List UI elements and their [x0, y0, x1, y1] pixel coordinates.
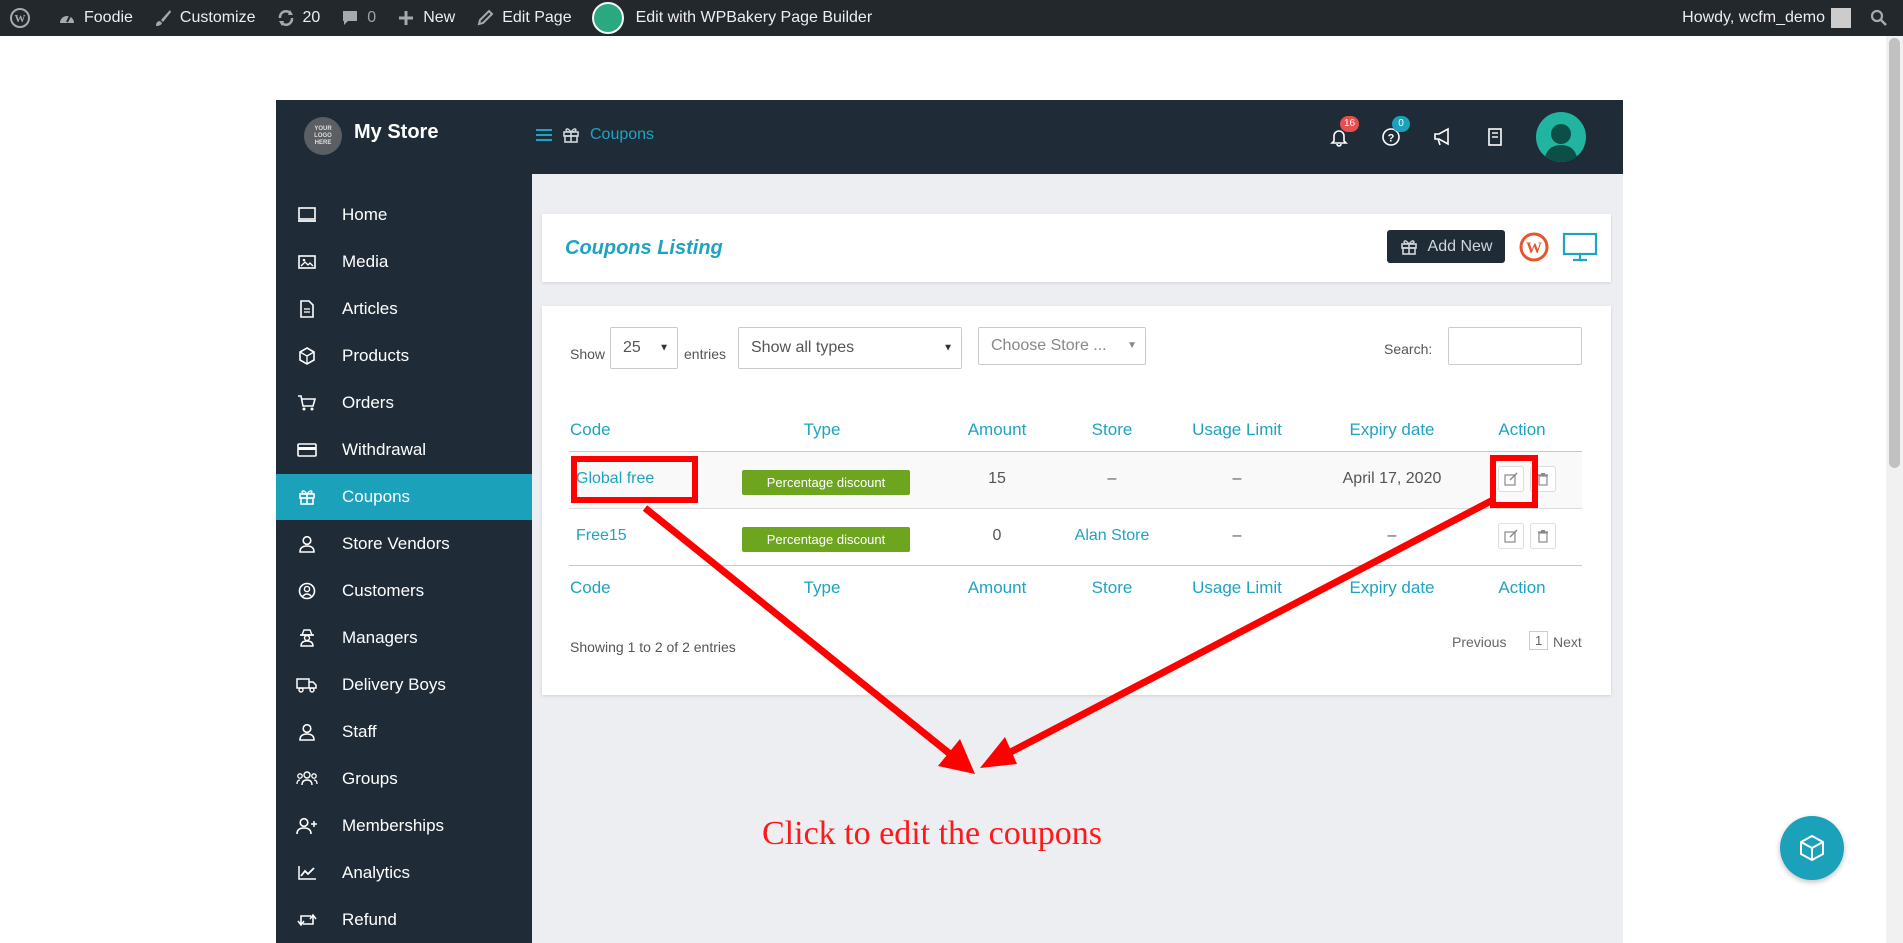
cube-icon	[1800, 834, 1824, 862]
floating-support-button[interactable]	[1780, 816, 1844, 880]
scrollbar-thumb[interactable]	[1889, 38, 1900, 468]
annotation-text: Click to edit the coupons	[762, 815, 1102, 852]
annotation-arrows	[642, 496, 1495, 774]
